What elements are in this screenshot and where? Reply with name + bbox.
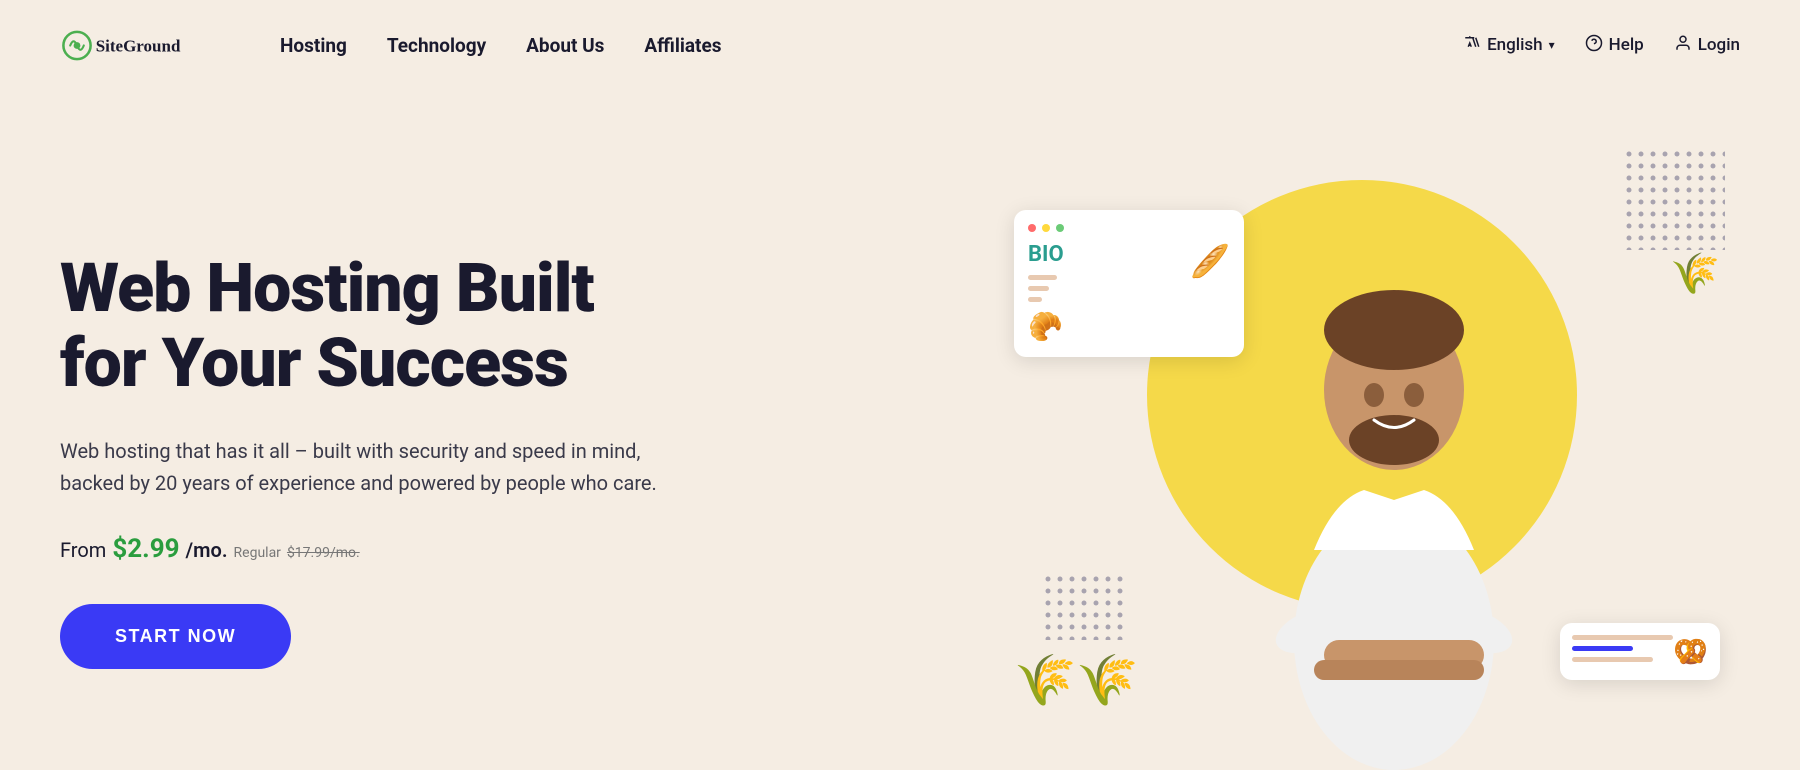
price-from-label: From xyxy=(60,538,106,562)
pricing-area: From $2.99 /mo. Regular $17.99/mo. xyxy=(60,534,984,564)
help-icon xyxy=(1585,34,1603,57)
nav-link-affiliates[interactable]: Affiliates xyxy=(644,34,721,57)
card-dot-green xyxy=(1056,224,1064,232)
language-label: English xyxy=(1487,35,1543,55)
price-regular-label: Regular xyxy=(234,545,281,561)
pretzel-icon: 🥨 xyxy=(1673,635,1708,668)
translate-icon xyxy=(1463,34,1481,57)
hero-text-area: Web Hosting Built for Your Success Web h… xyxy=(60,231,984,670)
login-label: Login xyxy=(1698,35,1740,55)
bio-card: BIO 🥐 🥖 xyxy=(1014,210,1244,357)
nav-link-hosting[interactable]: Hosting xyxy=(280,34,347,57)
wheat-right-decoration: 🌾 xyxy=(1670,250,1720,297)
nav-right: English ▾ Help Login xyxy=(1463,34,1740,57)
user-icon xyxy=(1674,34,1692,57)
phone-card: 🥨 xyxy=(1560,623,1720,680)
wheat-left-decoration: 🌾🌾 xyxy=(1014,652,1139,710)
hero-image-area: // Will be rendered inline below BIO 🥐 � xyxy=(984,130,1740,770)
nav-link-technology[interactable]: Technology xyxy=(387,34,486,57)
baguette-icon: 🥖 xyxy=(1180,242,1230,280)
price-unit: /mo. xyxy=(186,538,228,562)
dots-decoration-bottom xyxy=(1044,575,1124,640)
logo[interactable]: SiteGround xyxy=(60,23,230,68)
dots-decoration-top-right xyxy=(1625,150,1725,250)
navbar: SiteGround Hosting Technology About Us A… xyxy=(0,0,1800,90)
hero-title: Web Hosting Built for Your Success xyxy=(60,251,984,401)
hero-subtitle: Web hosting that has it all – built with… xyxy=(60,435,680,499)
login-link[interactable]: Login xyxy=(1674,34,1740,57)
price-value: $2.99 xyxy=(112,534,179,564)
help-link[interactable]: Help xyxy=(1585,34,1644,57)
croissant-icon: 🥐 xyxy=(1028,310,1064,343)
start-now-button[interactable]: START NOW xyxy=(60,604,291,669)
nav-link-about-us[interactable]: About Us xyxy=(526,34,604,57)
help-label: Help xyxy=(1609,35,1644,55)
chevron-down-icon: ▾ xyxy=(1549,38,1555,52)
bio-card-title: BIO xyxy=(1028,242,1064,267)
chef-image xyxy=(1234,190,1554,770)
hero-section: Web Hosting Built for Your Success Web h… xyxy=(0,90,1800,770)
card-dot-yellow xyxy=(1042,224,1050,232)
nav-links: Hosting Technology About Us Affiliates xyxy=(280,34,1463,57)
svg-text:SiteGround: SiteGround xyxy=(96,36,181,55)
card-dot-red xyxy=(1028,224,1036,232)
price-regular: $17.99/mo. xyxy=(287,545,360,561)
language-selector[interactable]: English ▾ xyxy=(1463,34,1555,57)
